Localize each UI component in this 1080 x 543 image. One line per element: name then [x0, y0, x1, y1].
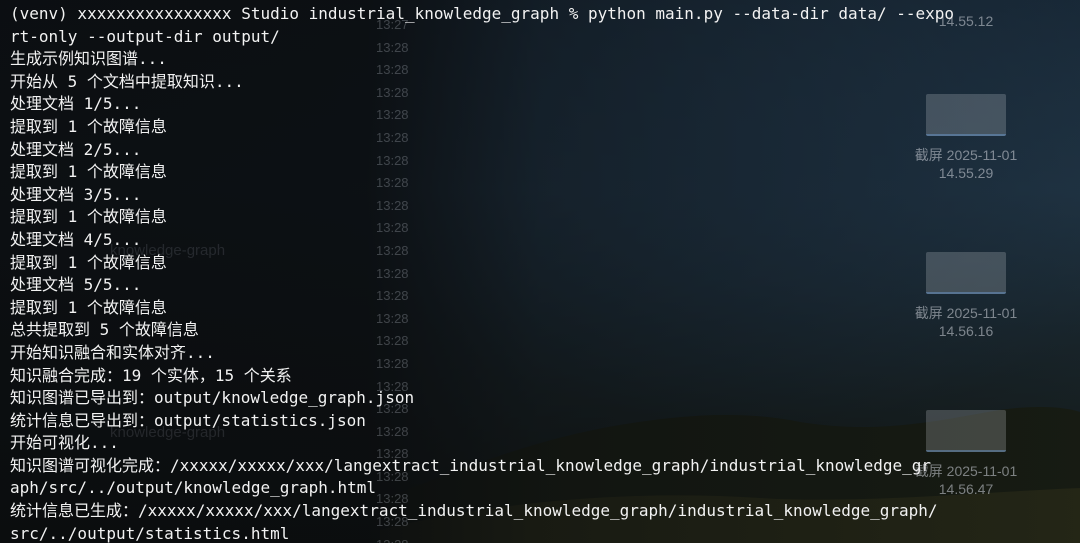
terminal-line: 处理文档 4/5...: [10, 229, 142, 249]
terminal-line: src/../output/statistics.html: [10, 523, 290, 543]
terminal-line: 提取到 1 个故障信息: [10, 116, 167, 136]
terminal-line: 知识融合完成：19 个实体，15 个关系: [10, 365, 292, 385]
terminal-line: 生成示例知识图谱...: [10, 49, 167, 69]
terminal-line: (venv) xxxxxxxxxxxxxxxx Studio industria…: [10, 4, 955, 23]
terminal-line: rt-only --output-dir output/: [10, 26, 280, 46]
terminal-line: aph/src/../output/knowledge_graph.html: [10, 478, 377, 498]
terminal-line: 统计信息已导出到：output/statistics.json: [10, 410, 366, 430]
terminal-line: 提取到 1 个故障信息: [10, 252, 167, 272]
terminal-window[interactable]: (venv) xxxxxxxxxxxxxxxx Studio industria…: [0, 0, 1080, 543]
terminal-line: 处理文档 3/5...: [10, 184, 142, 204]
terminal-line: 提取到 1 个故障信息: [10, 297, 167, 317]
terminal-line: 知识图谱已导出到：output/knowledge_graph.json: [10, 388, 415, 408]
terminal-output: (venv) xxxxxxxxxxxxxxxx Studio industria…: [0, 0, 1080, 543]
terminal-line: 处理文档 2/5...: [10, 139, 142, 159]
terminal-line: 开始可视化...: [10, 433, 119, 453]
terminal-line: 处理文档 5/5...: [10, 275, 142, 295]
terminal-line: 知识图谱可视化完成：/xxxxx/xxxxx/xxx/langextract_i…: [10, 455, 931, 475]
terminal-line: 总共提取到 5 个故障信息: [10, 320, 199, 340]
terminal-line: 开始从 5 个文档中提取知识...: [10, 71, 244, 91]
terminal-line: 开始知识融合和实体对齐...: [10, 342, 215, 362]
terminal-line: 提取到 1 个故障信息: [10, 162, 167, 182]
terminal-line: 提取到 1 个故障信息: [10, 207, 167, 227]
terminal-line: 处理文档 1/5...: [10, 94, 142, 114]
terminal-line: 统计信息已生成：/xxxxx/xxxxx/xxx/langextract_ind…: [10, 501, 938, 521]
